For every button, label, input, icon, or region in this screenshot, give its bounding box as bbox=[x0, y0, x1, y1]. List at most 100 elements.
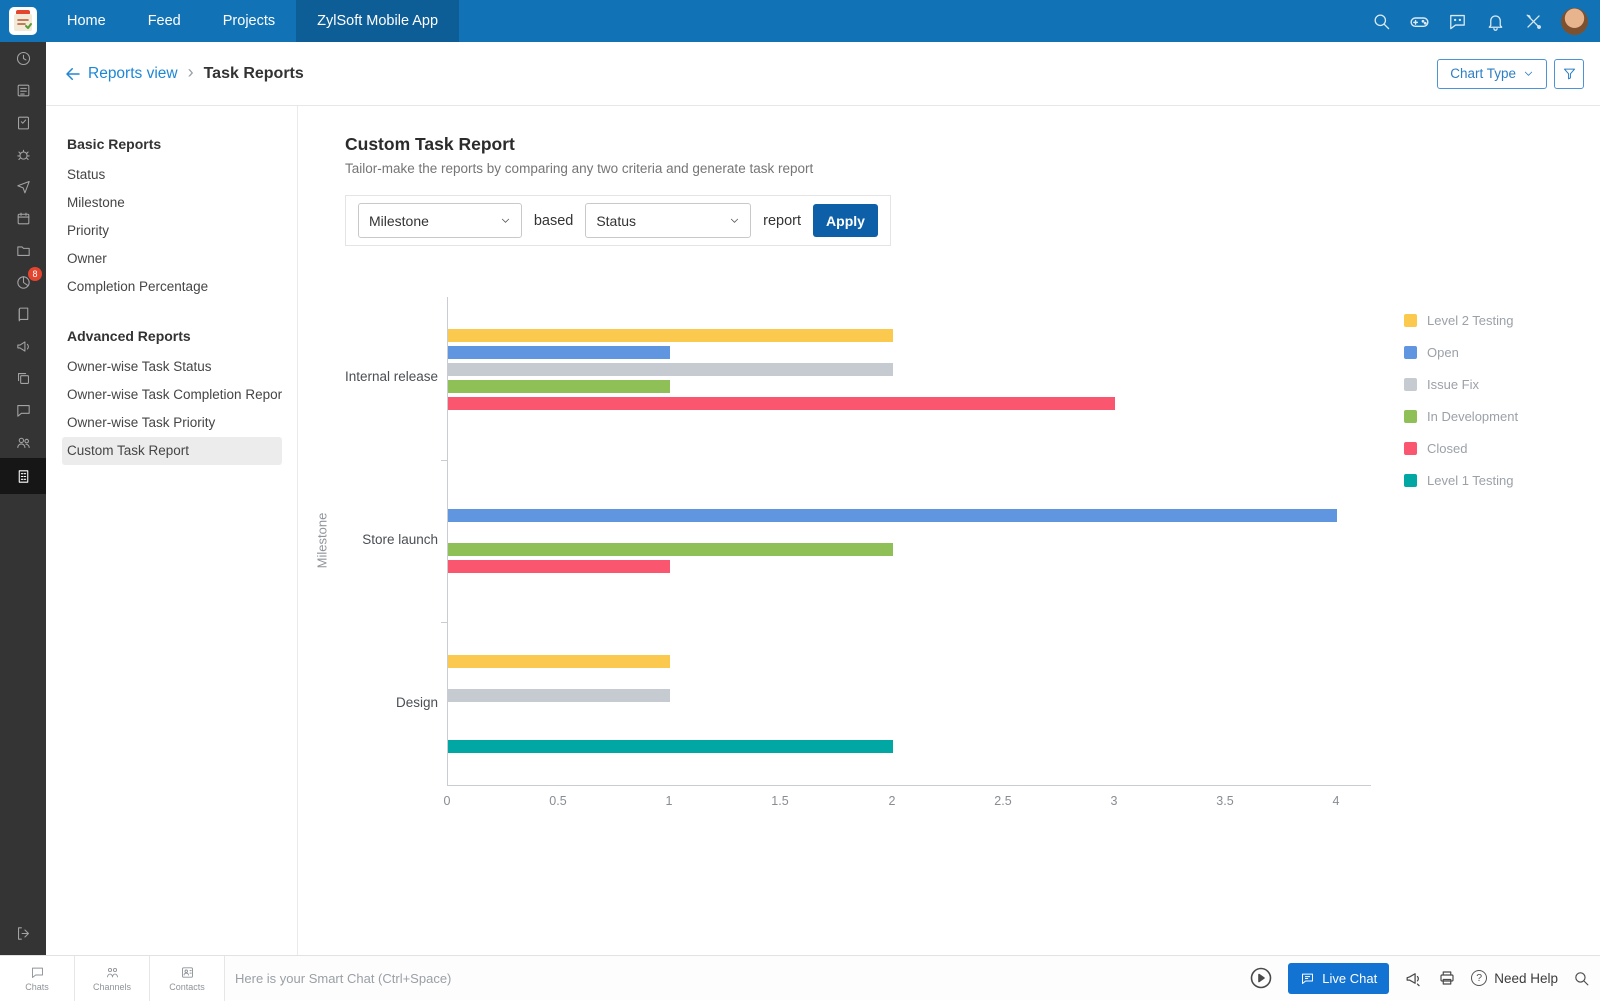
legend-item[interactable]: Closed bbox=[1404, 441, 1518, 456]
print-icon[interactable] bbox=[1438, 969, 1456, 987]
legend-swatch bbox=[1404, 410, 1417, 423]
pages-copy-icon[interactable] bbox=[0, 362, 46, 394]
tab-contacts-label: Contacts bbox=[169, 982, 205, 992]
category-label: Design bbox=[288, 695, 438, 710]
panel-item-completion-percentage[interactable]: Completion Percentage bbox=[62, 273, 282, 301]
tab-contacts[interactable]: Contacts bbox=[150, 956, 225, 1001]
x-tick-label: 3.5 bbox=[1200, 794, 1250, 808]
legend-label: Level 1 Testing bbox=[1427, 473, 1514, 488]
panel-item-owner-wise-task-completion-report[interactable]: Owner-wise Task Completion Report bbox=[62, 381, 282, 409]
custom-task-report-chart: Milestone Internal releaseStore launchDe… bbox=[298, 106, 1600, 955]
tools-icon[interactable] bbox=[1517, 5, 1549, 37]
nav-item-projects[interactable]: Projects bbox=[202, 0, 296, 42]
help-question-icon: ? bbox=[1471, 970, 1487, 986]
panel-item-status[interactable]: Status bbox=[62, 161, 282, 189]
filter-button[interactable] bbox=[1554, 59, 1584, 89]
chart-bar bbox=[448, 740, 893, 753]
top-nav: Home Feed Projects ZylSoft Mobile App bbox=[0, 0, 1600, 42]
panel-item-owner-wise-task-priority[interactable]: Owner-wise Task Priority bbox=[62, 409, 282, 437]
timesheet-clock-icon[interactable] bbox=[0, 42, 46, 74]
documents-folder-icon[interactable] bbox=[0, 234, 46, 266]
category-label: Store launch bbox=[288, 532, 438, 547]
legend-item[interactable]: Issue Fix bbox=[1404, 377, 1518, 392]
nav-item-home[interactable]: Home bbox=[46, 0, 127, 42]
x-tick-label: 2 bbox=[867, 794, 917, 808]
wiki-book-icon[interactable] bbox=[0, 298, 46, 330]
chat-feedback-icon[interactable] bbox=[1441, 5, 1473, 37]
x-tick-label: 4 bbox=[1311, 794, 1361, 808]
live-chat-icon bbox=[1300, 971, 1315, 986]
forum-megaphone-icon[interactable] bbox=[0, 330, 46, 362]
chat-bubble-icon[interactable] bbox=[0, 394, 46, 426]
chart-bar bbox=[448, 380, 670, 393]
need-help-button[interactable]: ? Need Help bbox=[1471, 970, 1558, 986]
smart-chat-input[interactable] bbox=[235, 971, 795, 986]
channels-icon bbox=[105, 965, 120, 980]
milestone-plane-icon[interactable] bbox=[0, 170, 46, 202]
page-title: Task Reports bbox=[204, 65, 304, 83]
chart-bar bbox=[448, 655, 670, 668]
panel-item-owner-wise-task-status[interactable]: Owner-wise Task Status bbox=[62, 353, 282, 381]
users-icon[interactable] bbox=[0, 426, 46, 458]
chart-bar bbox=[448, 509, 1337, 522]
legend-label: In Development bbox=[1427, 409, 1518, 424]
live-chat-button[interactable]: Live Chat bbox=[1288, 963, 1389, 994]
legend-item[interactable]: Open bbox=[1404, 345, 1518, 360]
live-chat-label: Live Chat bbox=[1322, 971, 1377, 986]
breadcrumb-separator: › bbox=[188, 62, 194, 83]
legend-label: Level 2 Testing bbox=[1427, 313, 1514, 328]
chart-bar bbox=[448, 689, 670, 702]
nav-item-current-project[interactable]: ZylSoft Mobile App bbox=[296, 0, 459, 42]
chart-bar bbox=[448, 543, 893, 556]
legend-item[interactable]: Level 2 Testing bbox=[1404, 313, 1518, 328]
chats-icon bbox=[30, 965, 45, 980]
chart-type-button[interactable]: Chart Type bbox=[1437, 59, 1547, 89]
tab-channels-label: Channels bbox=[93, 982, 131, 992]
bugs-icon[interactable] bbox=[0, 138, 46, 170]
reports-module-building-icon[interactable] bbox=[0, 458, 46, 494]
chart-legend: Level 2 Testing Open Issue Fix In Developme… bbox=[1404, 313, 1518, 488]
chart-bar bbox=[448, 346, 670, 359]
collapse-sidebar-icon[interactable] bbox=[0, 917, 46, 949]
x-axis-line bbox=[447, 785, 1371, 786]
chevron-down-icon bbox=[1523, 68, 1534, 79]
x-tick-label: 1 bbox=[644, 794, 694, 808]
legend-swatch bbox=[1404, 346, 1417, 359]
calendar-icon[interactable] bbox=[0, 202, 46, 234]
legend-item[interactable]: Level 1 Testing bbox=[1404, 473, 1518, 488]
legend-label: Open bbox=[1427, 345, 1459, 360]
legend-swatch bbox=[1404, 442, 1417, 455]
need-help-label: Need Help bbox=[1494, 971, 1558, 986]
panel-item-custom-task-report[interactable]: Custom Task Report bbox=[62, 437, 282, 465]
contacts-icon bbox=[180, 965, 195, 980]
feed-icon[interactable] bbox=[0, 74, 46, 106]
tab-channels[interactable]: Channels bbox=[75, 956, 150, 1001]
gamepad-icon[interactable] bbox=[1403, 5, 1435, 37]
user-avatar[interactable] bbox=[1561, 8, 1588, 35]
search-icon[interactable] bbox=[1365, 5, 1397, 37]
tasks-clipboard-icon[interactable] bbox=[0, 106, 46, 138]
tab-chats[interactable]: Chats bbox=[0, 956, 75, 1001]
reports-pie-icon[interactable]: 8 bbox=[0, 266, 46, 298]
legend-swatch bbox=[1404, 378, 1417, 391]
panel-item-milestone[interactable]: Milestone bbox=[62, 189, 282, 217]
chart-bar bbox=[448, 329, 893, 342]
bottom-search-icon[interactable] bbox=[1573, 970, 1590, 987]
nav-item-feed[interactable]: Feed bbox=[127, 0, 202, 42]
breadcrumb-bar: Reports view › Task Reports Chart Type bbox=[46, 42, 1600, 106]
chart-type-label: Chart Type bbox=[1450, 66, 1516, 81]
tab-chats-label: Chats bbox=[25, 982, 49, 992]
back-arrow-icon[interactable] bbox=[60, 61, 86, 87]
main-content: Custom Task Report Tailor-make the repor… bbox=[298, 106, 1600, 955]
legend-item[interactable]: In Development bbox=[1404, 409, 1518, 424]
app-logo-icon[interactable] bbox=[8, 6, 38, 36]
x-tick-label: 0.5 bbox=[533, 794, 583, 808]
notifications-bell-icon[interactable] bbox=[1479, 5, 1511, 37]
panel-item-priority[interactable]: Priority bbox=[62, 217, 282, 245]
x-tick-label: 3 bbox=[1089, 794, 1139, 808]
reports-panel: Basic Reports Status Milestone Priority … bbox=[46, 106, 298, 955]
panel-item-owner[interactable]: Owner bbox=[62, 245, 282, 273]
play-circle-icon[interactable] bbox=[1249, 966, 1273, 990]
announcement-megaphone-icon[interactable] bbox=[1404, 969, 1423, 988]
breadcrumb-reports-view-link[interactable]: Reports view bbox=[88, 65, 178, 83]
